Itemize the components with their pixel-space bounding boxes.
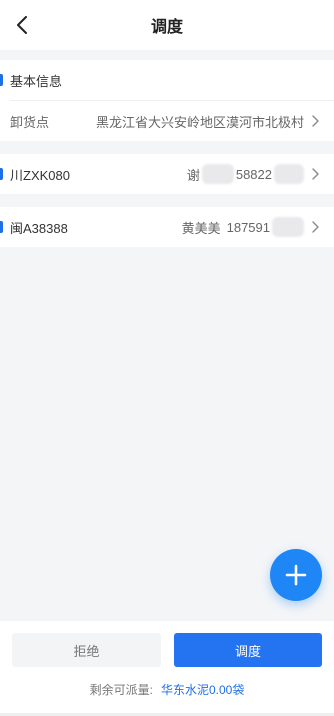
vehicle-marker xyxy=(0,221,3,233)
back-button[interactable] xyxy=(10,13,34,37)
basic-info-card: 基本信息 卸货点 黑龙江省大兴安岭地区漠河市北极村 xyxy=(0,60,334,141)
remaining-value: 华东水泥0.00袋 xyxy=(160,683,245,697)
redacted-block xyxy=(274,164,304,184)
dispatch-button[interactable]: 调度 xyxy=(174,633,322,667)
vehicle-row[interactable]: 闽A38388 黄美美 187591 xyxy=(0,207,334,247)
unload-point-value: 黑龙江省大兴安岭地区漠河市北极村 xyxy=(95,114,304,130)
driver-info: 黄美美 187591 xyxy=(182,217,304,237)
page-title: 调度 xyxy=(150,19,183,36)
driver-name: 黄美美 xyxy=(181,220,221,236)
chevron-right-icon xyxy=(312,115,322,127)
chevron-right-icon xyxy=(312,168,322,180)
remaining-label: 剩余可派量: xyxy=(89,683,153,697)
driver-name: 谢 xyxy=(186,167,200,183)
footer-bar: 拒绝 调度 剩余可派量: 华东水泥0.00袋 xyxy=(0,621,334,716)
vehicle-row[interactable]: 川ZXK080 谢 58822 xyxy=(0,154,334,194)
unload-point-row[interactable]: 卸货点 黑龙江省大兴安岭地区漠河市北极村 xyxy=(0,101,334,141)
chevron-left-icon xyxy=(17,16,27,34)
driver-phone: 58822 xyxy=(235,166,272,182)
chevron-right-icon xyxy=(312,221,322,233)
section-marker xyxy=(0,74,3,86)
vehicle-plate: 闽A38388 xyxy=(10,220,68,236)
plus-icon xyxy=(285,564,307,586)
vehicle-marker xyxy=(0,168,3,180)
basic-info-header: 基本信息 xyxy=(0,60,334,100)
add-vehicle-button[interactable] xyxy=(270,549,322,601)
unload-point-label: 卸货点 xyxy=(10,114,50,130)
nav-bar: 调度 xyxy=(0,0,334,50)
redacted-block xyxy=(272,217,304,237)
driver-info: 谢 58822 xyxy=(187,164,304,184)
driver-phone: 187591 xyxy=(226,219,270,235)
remaining-quantity: 剩余可派量: 华东水泥0.00袋 xyxy=(0,681,334,698)
reject-button[interactable]: 拒绝 xyxy=(12,633,161,667)
vehicle-plate: 川ZXK080 xyxy=(10,167,70,183)
redacted-block xyxy=(201,164,234,184)
basic-info-title: 基本信息 xyxy=(10,73,63,89)
